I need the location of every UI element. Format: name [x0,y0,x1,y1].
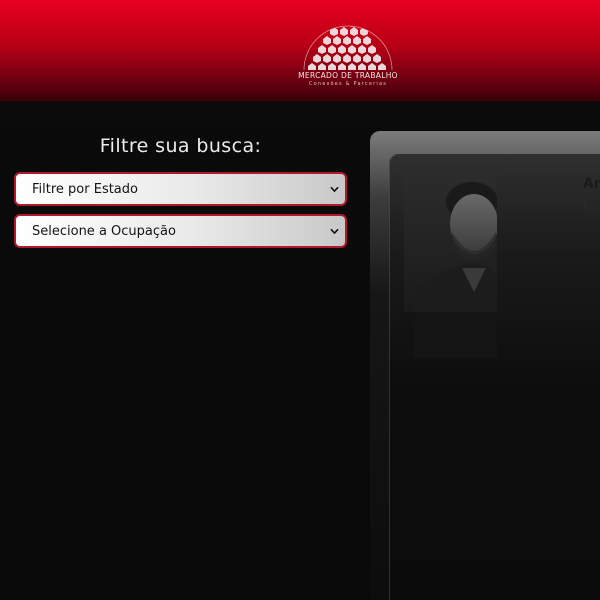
brand-subtitle: Conexões & Parcerias [308,81,388,87]
state-filter-value: Filtre por Estado [32,181,138,197]
occupation-filter-select[interactable]: Selecione a Ocupação [14,214,347,248]
profile-photo [404,172,497,358]
occupation-filter-value: Selecione a Ocupação [32,223,176,239]
geodesic-dome-icon [303,25,393,71]
filter-title: Filtre sua busca: [99,135,262,157]
brand-title: MERCADO DE TRABALHO [298,71,398,80]
state-filter-select[interactable]: Filtre por Estado [14,172,347,206]
header: MERCADO DE TRABALHO Conexões & Parcerias [0,0,600,101]
profile-subtitle: En [583,202,596,213]
profile-name: An [583,176,600,192]
person-silhouette-icon [404,172,497,358]
brand-logo[interactable]: MERCADO DE TRABALHO Conexões & Parcerias [298,10,398,90]
page: MERCADO DE TRABALHO Conexões & Parcerias… [0,0,600,600]
chevron-down-icon [330,186,339,192]
chevron-down-icon [330,228,339,234]
